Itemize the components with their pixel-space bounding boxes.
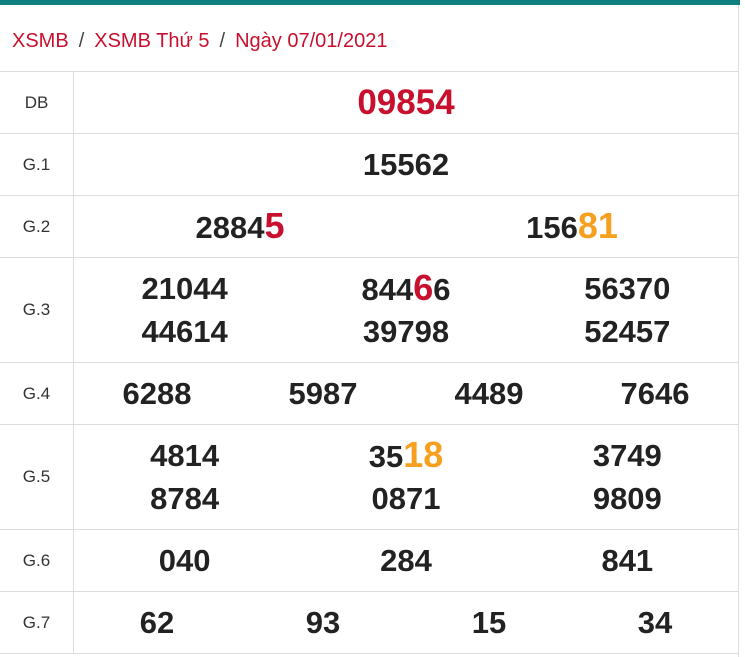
prize-number: 8784 bbox=[150, 481, 220, 516]
prize-number: 9809 bbox=[592, 481, 662, 516]
prize-numbers: 62 93 15 34 bbox=[73, 591, 739, 654]
prize-numbers: 4814 3518 3749 8784 0871 9809 bbox=[73, 424, 739, 530]
lottery-results-table: DB 09854 G.1 15562 G.2 28845 15681 G.3 2… bbox=[0, 71, 739, 654]
prize-numbers: 21044 84466 56370 44614 39798 52457 bbox=[73, 257, 739, 363]
prize-number: 15 bbox=[471, 604, 507, 640]
breadcrumb: XSMB / XSMB Thứ 5 / Ngày 07/01/2021 bbox=[12, 28, 387, 54]
prize-number: 15681 bbox=[406, 204, 738, 247]
result-row-g1: G.1 15562 bbox=[0, 133, 739, 196]
prize-numbers: 09854 bbox=[73, 71, 739, 134]
prize-numbers: 6288 5987 4489 7646 bbox=[73, 362, 739, 425]
prize-number: 3518 bbox=[295, 436, 516, 476]
result-row-g7: G.7 62 93 15 34 bbox=[0, 591, 739, 654]
prize-number: 39798 bbox=[362, 314, 450, 349]
breadcrumb-separator: / bbox=[219, 29, 226, 52]
prize-number: 5987 bbox=[288, 375, 358, 411]
number-highlight: 5 bbox=[264, 204, 285, 246]
number-base: 2884 bbox=[195, 209, 265, 245]
prize-number: 7646 bbox=[620, 375, 690, 411]
result-row-g6: G.6 040 284 841 bbox=[0, 529, 739, 592]
prize-number: 0871 bbox=[371, 481, 441, 516]
prize-number: 4814 bbox=[150, 438, 220, 473]
number-highlight: 81 bbox=[577, 204, 618, 246]
prize-number: 841 bbox=[601, 542, 654, 578]
result-row-g3: G.3 21044 84466 56370 44614 39798 52457 bbox=[0, 257, 739, 363]
prize-number: 6288 bbox=[122, 375, 192, 411]
prize-number: 040 bbox=[158, 542, 211, 578]
breadcrumb-separator: / bbox=[78, 29, 85, 52]
special-prize-number: 09854 bbox=[357, 82, 455, 122]
prize-number: 4489 bbox=[454, 375, 524, 411]
breadcrumb-section-link[interactable]: XSMB Thứ 5 bbox=[94, 30, 209, 53]
prize-label: G.2 bbox=[0, 195, 74, 258]
prize-label: G.3 bbox=[0, 257, 74, 363]
number-base: 156 bbox=[526, 209, 578, 245]
prize-number: 44614 bbox=[141, 314, 228, 349]
prize-number: 284 bbox=[380, 542, 432, 578]
result-row-g4: G.4 6288 5987 4489 7646 bbox=[0, 362, 739, 425]
result-row-db: DB 09854 bbox=[0, 71, 739, 134]
prize-number: 28845 bbox=[74, 204, 406, 247]
prize-number: 56370 bbox=[584, 271, 671, 306]
prize-label: G.7 bbox=[0, 591, 74, 654]
result-row-g5: G.5 4814 3518 3749 8784 0871 9809 bbox=[0, 424, 739, 530]
result-row-g2: G.2 28845 15681 bbox=[0, 195, 739, 258]
number-highlight: 6 bbox=[413, 267, 434, 308]
prize-number: 3749 bbox=[592, 438, 662, 473]
prize-number: 93 bbox=[305, 604, 341, 640]
prize-number: 52457 bbox=[584, 314, 671, 349]
number-base: 844 bbox=[361, 272, 414, 307]
prize-label: G.4 bbox=[0, 362, 74, 425]
number-base: 35 bbox=[368, 439, 404, 474]
prize-label: G.5 bbox=[0, 424, 74, 530]
prize-number: 62 bbox=[139, 604, 175, 640]
breadcrumb-home-link[interactable]: XSMB bbox=[12, 30, 69, 53]
number-rest: 6 bbox=[433, 272, 451, 307]
prize-numbers: 28845 15681 bbox=[73, 195, 739, 258]
prize-number: 34 bbox=[637, 604, 673, 640]
prize-label: G.1 bbox=[0, 133, 74, 196]
prize-numbers: 15562 bbox=[73, 133, 739, 196]
number-highlight: 18 bbox=[403, 434, 444, 475]
prize-numbers: 040 284 841 bbox=[73, 529, 739, 592]
prize-label: G.6 bbox=[0, 529, 74, 592]
breadcrumb-current-date: Ngày 07/01/2021 bbox=[235, 29, 388, 52]
prize-number: 84466 bbox=[295, 269, 516, 309]
prize-number: 15562 bbox=[362, 146, 450, 182]
prize-number: 21044 bbox=[141, 271, 228, 306]
prize-label: DB bbox=[0, 71, 74, 134]
